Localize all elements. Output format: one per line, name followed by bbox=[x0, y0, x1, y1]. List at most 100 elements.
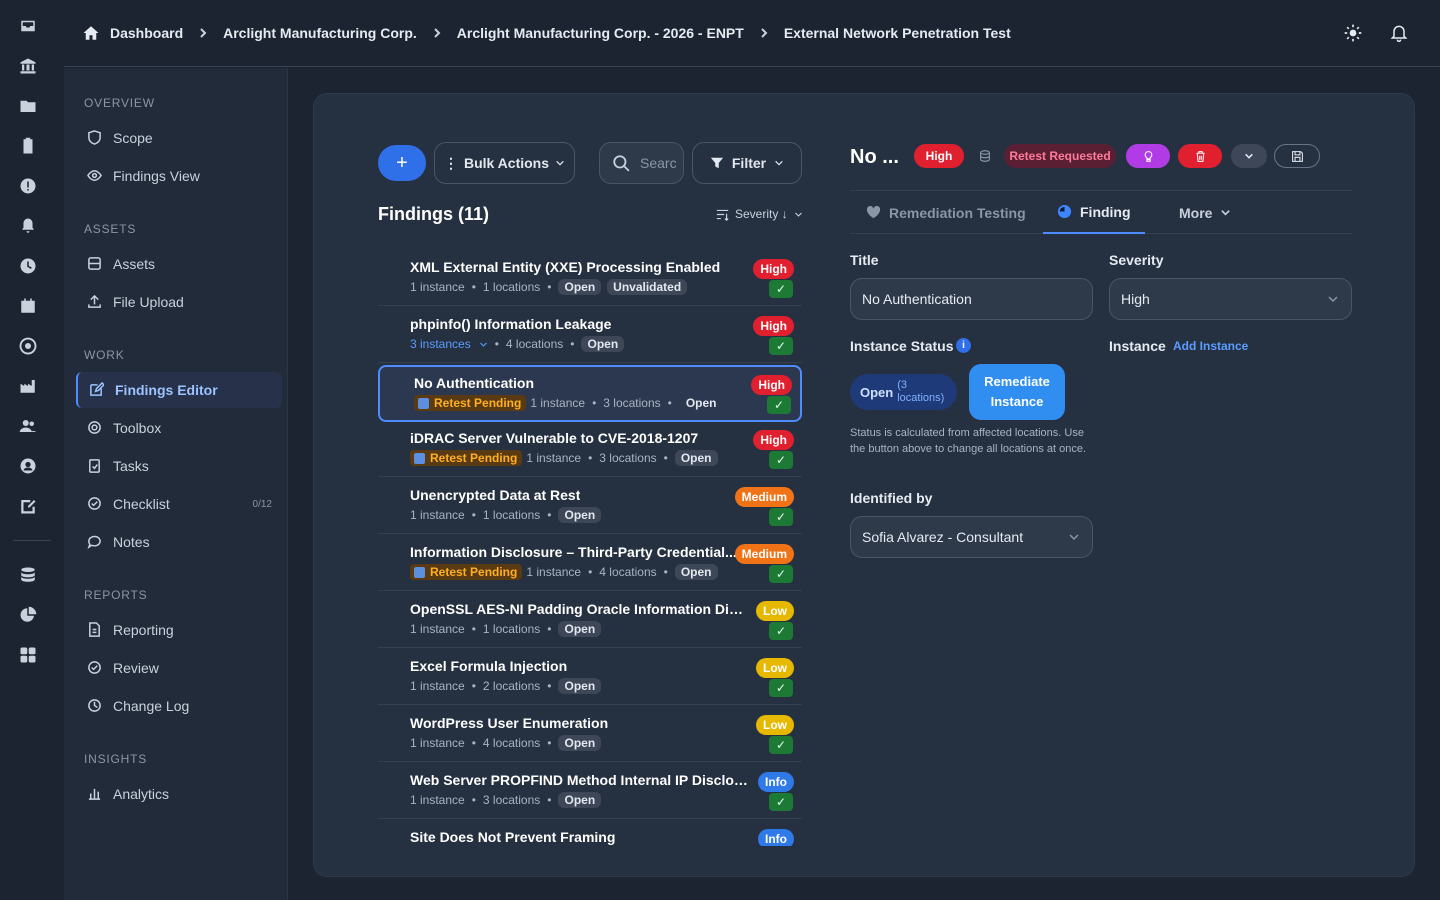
edit-doc-icon[interactable] bbox=[19, 497, 37, 515]
finding-row[interactable]: XML External Entity (XXE) Processing Ena… bbox=[378, 251, 802, 306]
finding-row[interactable]: WordPress User Enumeration 1 instance • 4… bbox=[378, 707, 802, 762]
factory-icon[interactable] bbox=[19, 377, 37, 395]
location-count: 1 locations bbox=[482, 508, 541, 522]
database-icon[interactable] bbox=[19, 566, 37, 584]
finding-row[interactable]: Site Does Not Prevent Framing Info bbox=[378, 821, 802, 846]
alert-icon[interactable] bbox=[19, 177, 37, 195]
pie-chart-icon[interactable] bbox=[19, 606, 37, 624]
bell-rail-icon[interactable] bbox=[19, 217, 37, 235]
finding-row[interactable]: Web Server PROPFIND Method Internal IP D… bbox=[378, 764, 802, 819]
breadcrumb-assessment[interactable]: External Network Penetration Test bbox=[784, 25, 1011, 41]
sidebar-item-toolbox[interactable]: Toolbox bbox=[76, 410, 282, 446]
finding-row[interactable]: phpinfo() Information Leakage 3 instance… bbox=[378, 308, 802, 363]
delete-button[interactable] bbox=[1178, 144, 1222, 168]
finding-title: XML External Entity (XXE) Processing Ena… bbox=[410, 259, 721, 275]
finding-row[interactable]: iDRAC Server Vulnerable to CVE-2018-1207… bbox=[378, 422, 802, 477]
finding-row[interactable]: OpenSSL AES-NI Padding Oracle Informatio… bbox=[378, 593, 802, 648]
info-icon[interactable]: i bbox=[956, 338, 971, 353]
sort-control[interactable]: Severity ↓ bbox=[716, 207, 803, 221]
retest-requested-pill[interactable]: Retest Requested bbox=[1004, 144, 1116, 168]
finding-title: Excel Formula Injection bbox=[410, 658, 568, 674]
clipboard-icon[interactable] bbox=[19, 137, 37, 155]
database-small-icon[interactable] bbox=[978, 149, 992, 163]
chevron-down-icon bbox=[775, 160, 783, 166]
identified-by-select[interactable]: Sofia Alvarez - Consultant bbox=[850, 516, 1093, 558]
severity-select[interactable]: High bbox=[1109, 278, 1352, 320]
tab-finding[interactable]: Finding bbox=[1043, 191, 1145, 234]
folder-icon[interactable] bbox=[19, 97, 37, 115]
sidebar-item-assets[interactable]: Assets bbox=[76, 246, 282, 282]
sidebar-item-tasks[interactable]: Tasks bbox=[76, 448, 282, 484]
breadcrumb-dashboard[interactable]: Dashboard bbox=[110, 25, 183, 41]
sort-label: Severity ↓ bbox=[735, 207, 788, 221]
bank-icon[interactable] bbox=[19, 57, 37, 75]
severity-badge: Medium bbox=[734, 487, 794, 507]
filter-icon bbox=[710, 157, 723, 169]
finding-row[interactable]: Excel Formula Injection 1 instance • 2 lo… bbox=[378, 650, 802, 705]
upload-icon bbox=[87, 294, 103, 310]
sort-icon bbox=[716, 209, 729, 221]
sidebar-item-label: Assets bbox=[113, 256, 156, 272]
save-button[interactable] bbox=[1274, 144, 1320, 168]
sidebar-item-change-log[interactable]: Change Log bbox=[76, 688, 282, 724]
remediate-instance-button[interactable]: Remediate Instance bbox=[969, 364, 1065, 420]
finding-title: Unencrypted Data at Rest bbox=[410, 487, 581, 503]
radar-icon[interactable] bbox=[19, 337, 37, 355]
finding-row[interactable]: Unencrypted Data at Rest 1 instance • 1 l… bbox=[378, 479, 802, 534]
chevron-down-icon bbox=[1221, 210, 1231, 216]
finding-name-truncated: No ... bbox=[850, 146, 899, 168]
finding-meta: 1 instance • 1 locations • Open bbox=[410, 621, 602, 637]
title-input[interactable]: No Authentication bbox=[850, 278, 1093, 320]
chevron-down-icon[interactable] bbox=[479, 340, 488, 349]
clock-icon[interactable] bbox=[19, 257, 37, 275]
add-finding-button[interactable]: + bbox=[378, 145, 426, 181]
sidebar-item-notes[interactable]: Notes bbox=[76, 524, 282, 560]
inbox-icon[interactable] bbox=[19, 17, 37, 35]
sun-icon[interactable] bbox=[1342, 22, 1364, 44]
checklist-count: 0/12 bbox=[252, 498, 272, 510]
chevron-right-icon bbox=[758, 27, 770, 39]
sidebar-item-analytics[interactable]: Analytics bbox=[76, 776, 282, 812]
bulk-actions-button[interactable]: ⋮ Bulk Actions bbox=[434, 142, 575, 184]
grid-icon[interactable] bbox=[19, 646, 37, 664]
add-instance-link[interactable]: Add Instance bbox=[1173, 339, 1248, 353]
server-icon bbox=[87, 256, 103, 272]
breadcrumb-client[interactable]: Arclight Manufacturing Corp. bbox=[223, 25, 417, 41]
lightbulb-button[interactable] bbox=[1126, 144, 1170, 168]
sidebar-item-label: Notes bbox=[113, 534, 150, 550]
notification-bell-icon[interactable] bbox=[1388, 22, 1410, 44]
sidebar-item-scope[interactable]: Scope bbox=[76, 120, 282, 156]
instance-label: Instance bbox=[1109, 338, 1166, 354]
tab-more[interactable]: More bbox=[1179, 191, 1231, 234]
sidebar-item-review[interactable]: Review bbox=[76, 650, 282, 686]
filter-button[interactable]: Filter bbox=[692, 142, 802, 184]
dropdown-button[interactable] bbox=[1231, 144, 1267, 168]
tab-label: Finding bbox=[1080, 203, 1131, 220]
tab-remediation-testing[interactable]: Remediation Testing bbox=[866, 191, 1026, 234]
instances-expand-link[interactable]: 3 instances bbox=[410, 337, 471, 351]
severity-badge: Info bbox=[758, 772, 794, 792]
validated-check-icon: ✓ bbox=[769, 736, 793, 754]
title-label: Title bbox=[850, 252, 879, 268]
instance-status-open-button[interactable]: Open (3 locations) bbox=[850, 374, 957, 410]
findings-count-title: Findings (11) bbox=[378, 204, 490, 224]
sidebar-item-file-upload[interactable]: File Upload bbox=[76, 284, 282, 320]
sidebar-item-checklist[interactable]: Checklist 0/12 bbox=[76, 486, 282, 522]
sidebar-item-findings-editor[interactable]: Findings Editor bbox=[76, 372, 282, 408]
sidebar-item-findings-view[interactable]: Findings View bbox=[76, 158, 282, 194]
check-circle-icon bbox=[87, 496, 103, 512]
finding-row[interactable]: Information Disclosure – Third-Party Cre… bbox=[378, 536, 802, 591]
retest-pending-badge: Retest Pending bbox=[414, 395, 527, 411]
tab-label: More bbox=[1179, 204, 1213, 221]
home-icon[interactable] bbox=[82, 24, 100, 42]
severity-pill[interactable]: High bbox=[914, 144, 964, 168]
sidebar-item-reporting[interactable]: Reporting bbox=[76, 612, 282, 648]
breadcrumb-engagement[interactable]: Arclight Manufacturing Corp. - 2026 - EN… bbox=[457, 25, 744, 41]
search-input[interactable]: Searc bbox=[599, 142, 684, 184]
calendar-icon[interactable] bbox=[19, 297, 37, 315]
finding-row-selected[interactable]: No Authentication Retest Pending 1 insta… bbox=[378, 365, 802, 422]
sidebar: OVERVIEW Scope Findings View ASSETS Asse… bbox=[64, 68, 288, 900]
users-icon[interactable] bbox=[19, 417, 37, 435]
user-circle-icon[interactable] bbox=[19, 457, 37, 475]
section-overview: OVERVIEW bbox=[84, 96, 155, 110]
